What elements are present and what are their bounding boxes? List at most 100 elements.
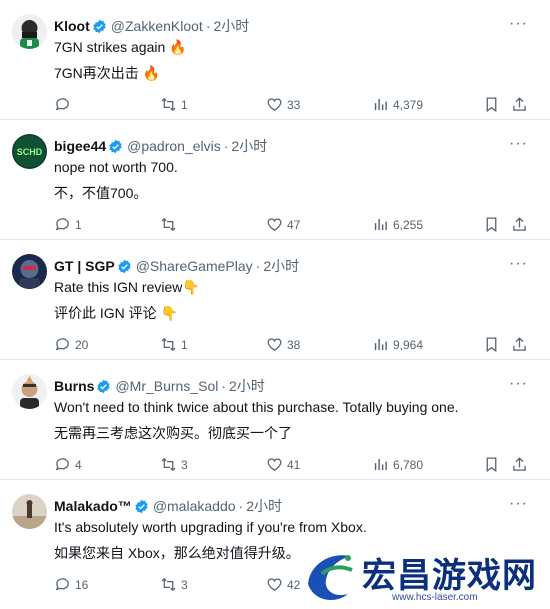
timestamp[interactable]: 2小时 <box>213 18 249 34</box>
tweet-translation: 无需再三考虑这次购买。彻底买一个了 <box>54 425 292 441</box>
avatar[interactable] <box>12 14 47 49</box>
retweet-button[interactable] <box>160 216 181 233</box>
user-handle[interactable]: @malakaddo <box>153 498 236 514</box>
heart-icon <box>267 578 282 591</box>
share-button[interactable] <box>511 216 528 233</box>
bookmark-button[interactable] <box>483 216 500 233</box>
display-name[interactable]: GT | SGP <box>54 258 115 274</box>
display-name[interactable]: Kloot <box>54 18 90 34</box>
reply-icon <box>55 458 69 471</box>
tweet[interactable]: SCHD bigee44 @padron_elvis · 2小时 ··· nope n… <box>0 120 550 240</box>
view-count: 9,964 <box>393 337 424 352</box>
timestamp[interactable]: 2小时 <box>231 138 267 154</box>
tweet-header: Burns @Mr_Burns_Sol · 2小时 <box>54 377 510 395</box>
tweet-text: 7GN strikes again 🔥 <box>54 39 187 55</box>
bookmark-button[interactable] <box>483 456 500 473</box>
views-button[interactable]: 4,379 <box>372 96 423 113</box>
avatar[interactable]: SCHD <box>12 134 47 169</box>
heart-icon <box>267 338 282 351</box>
timestamp[interactable]: 2小时 <box>263 258 299 274</box>
user-handle[interactable]: @padron_elvis <box>127 138 221 154</box>
retweet-icon <box>161 217 176 232</box>
display-name[interactable]: bigee44 <box>54 138 106 154</box>
tweet-translation: 如果您来自 Xbox，那么绝对值得升级。 <box>54 545 300 561</box>
heart-icon <box>267 218 282 231</box>
separator-dot: · <box>223 138 229 154</box>
bookmark-icon <box>486 217 497 233</box>
reply-button[interactable]: 16 <box>54 576 88 593</box>
bookmark-icon <box>486 337 497 353</box>
more-options-icon[interactable]: ··· <box>509 376 528 392</box>
retweet-button[interactable]: 3 <box>160 576 188 593</box>
tweet[interactable]: Kloot @ZakkenKloot · 2小时 ··· 7GN strikes ag… <box>0 0 550 120</box>
user-handle[interactable]: @Mr_Burns_Sol <box>115 378 218 394</box>
verified-badge-icon <box>135 499 148 514</box>
like-button[interactable]: 33 <box>266 96 300 113</box>
separator-dot: · <box>255 258 261 274</box>
watermark-url: www.hcs-laser.com <box>392 592 478 603</box>
reply-button[interactable]: 1 <box>54 216 82 233</box>
retweet-icon <box>161 337 176 352</box>
share-icon <box>513 457 526 471</box>
reply-button[interactable]: 4 <box>54 456 82 473</box>
share-button[interactable] <box>511 456 528 473</box>
action-bar: 4 3 41 6,780 <box>54 456 528 476</box>
more-options-icon[interactable]: ··· <box>509 256 528 272</box>
share-icon <box>513 217 526 231</box>
view-count: 6,255 <box>393 217 424 232</box>
reply-count: 1 <box>75 217 82 232</box>
bookmark-button[interactable] <box>483 96 500 113</box>
user-handle[interactable]: @ShareGamePlay <box>136 258 253 274</box>
verified-badge-icon <box>97 379 111 394</box>
verified-badge-icon <box>118 259 131 274</box>
avatar[interactable] <box>12 494 47 529</box>
more-options-icon[interactable]: ··· <box>509 16 528 32</box>
tweet-header: Kloot @ZakkenKloot · 2小时 <box>54 17 510 35</box>
like-count: 33 <box>287 97 301 112</box>
more-options-icon[interactable]: ··· <box>509 136 528 152</box>
separator-dot: · <box>205 18 211 34</box>
views-button[interactable]: 9,964 <box>372 336 423 353</box>
timestamp[interactable]: 2小时 <box>229 378 265 394</box>
retweet-count: 1 <box>181 337 188 352</box>
views-button[interactable]: 6,780 <box>372 456 423 473</box>
reply-count: 16 <box>75 577 89 592</box>
dragon-logo-icon <box>308 555 353 600</box>
display-name[interactable]: Malakado™ <box>54 498 132 514</box>
retweet-button[interactable]: 1 <box>160 96 188 113</box>
share-icon <box>513 97 526 111</box>
tweet[interactable]: Burns @Mr_Burns_Sol · 2小时 ··· Won't need to… <box>0 360 550 480</box>
heart-icon <box>267 458 282 471</box>
reply-button[interactable]: 20 <box>54 336 88 353</box>
display-name[interactable]: Burns <box>54 378 94 394</box>
share-icon <box>513 337 526 351</box>
like-count: 47 <box>287 217 301 232</box>
like-button[interactable]: 41 <box>266 456 300 473</box>
reply-icon <box>55 338 69 351</box>
timestamp[interactable]: 2小时 <box>246 498 282 514</box>
heart-icon <box>267 98 282 111</box>
views-button[interactable]: 6,255 <box>372 216 423 233</box>
like-count: 42 <box>287 577 301 592</box>
retweet-button[interactable]: 3 <box>160 456 188 473</box>
like-button[interactable]: 47 <box>266 216 300 233</box>
like-button[interactable]: 42 <box>266 576 300 593</box>
like-button[interactable]: 38 <box>266 336 300 353</box>
site-watermark: 宏昌游戏网 www.hcs-laser.com <box>300 542 550 609</box>
retweet-button[interactable]: 1 <box>160 336 188 353</box>
tweet[interactable]: GT | SGP @ShareGamePlay · 2小时 ··· Rate this… <box>0 240 550 360</box>
tweet-feed: Kloot @ZakkenKloot · 2小时 ··· 7GN strikes ag… <box>0 0 550 600</box>
reply-button[interactable] <box>54 96 75 113</box>
reply-count: 20 <box>75 337 89 352</box>
user-handle[interactable]: @ZakkenKloot <box>111 18 203 34</box>
avatar[interactable] <box>12 254 47 289</box>
share-button[interactable] <box>511 96 528 113</box>
share-button[interactable] <box>511 336 528 353</box>
more-options-icon[interactable]: ··· <box>509 496 528 512</box>
tweet-header: bigee44 @padron_elvis · 2小时 <box>54 137 510 155</box>
bookmark-button[interactable] <box>483 336 500 353</box>
like-count: 38 <box>287 337 301 352</box>
avatar[interactable] <box>12 374 47 409</box>
action-bar: 1 33 4,379 <box>54 96 528 116</box>
retweet-icon <box>161 97 176 112</box>
